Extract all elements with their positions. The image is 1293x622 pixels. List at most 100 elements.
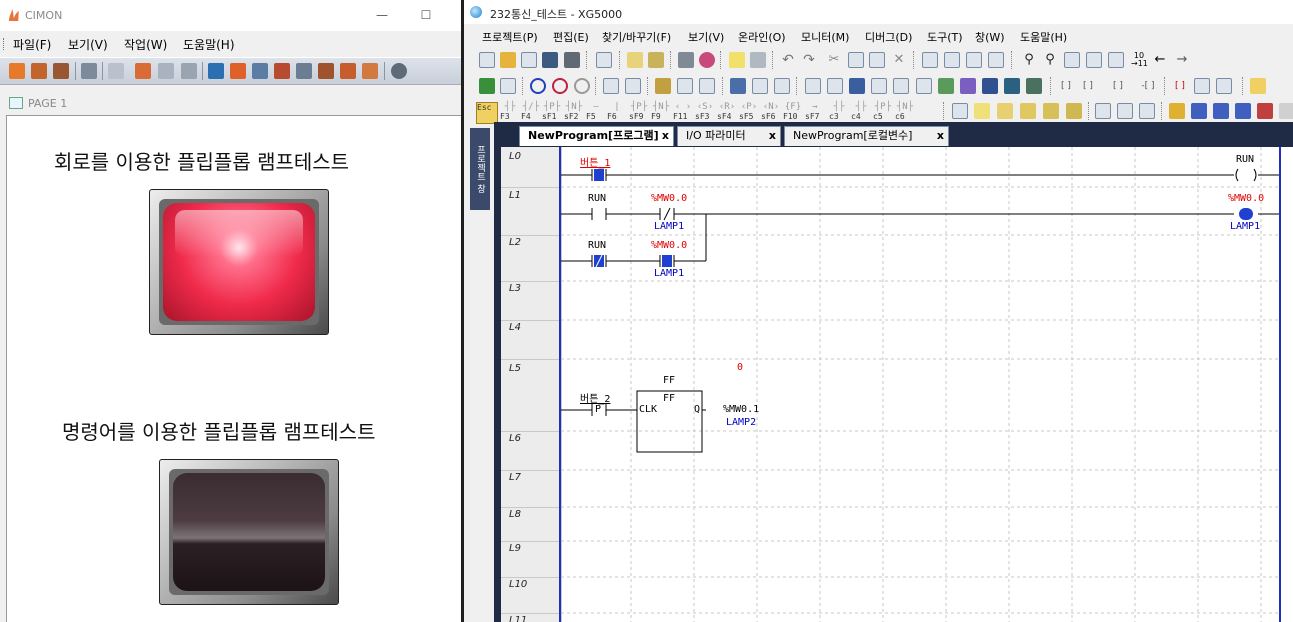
menu-view[interactable]: 보기(V) [688, 29, 724, 45]
io-monitor-icon[interactable] [893, 78, 909, 94]
view-list-icon[interactable] [974, 103, 990, 119]
bracket-icon[interactable]: [ ] [1058, 78, 1074, 94]
forward-arrow-icon[interactable]: → [1174, 52, 1190, 68]
variable-v-icon[interactable] [1169, 103, 1185, 119]
comment-icon[interactable] [729, 52, 745, 68]
connect-icon[interactable] [479, 78, 495, 94]
write-icon[interactable] [625, 78, 641, 94]
fkey-button[interactable]: ┤P├ sF1 [542, 102, 562, 122]
diagnose-icon[interactable] [655, 78, 671, 94]
special-module-icon[interactable] [916, 78, 932, 94]
device-d2-icon[interactable] [1213, 103, 1229, 119]
system-monitor-icon[interactable] [827, 78, 843, 94]
open-project-icon[interactable] [31, 63, 47, 79]
bracket-icon[interactable]: [ ] [1110, 78, 1126, 94]
view-grid-icon[interactable] [1020, 103, 1036, 119]
data-trace-icon[interactable] [871, 78, 887, 94]
fkey-button[interactable]: Esc [476, 102, 498, 124]
edit-device-icon[interactable] [1004, 78, 1020, 94]
cross-ref-icon[interactable] [1026, 78, 1042, 94]
view-chart-icon[interactable] [997, 103, 1013, 119]
keyboard-icon[interactable] [1139, 103, 1155, 119]
view-ladder-icon[interactable] [952, 103, 968, 119]
device-d-icon[interactable] [1191, 103, 1207, 119]
run-mode-icon[interactable] [530, 78, 546, 94]
cut-icon[interactable] [108, 63, 124, 79]
view-shape-icon[interactable] [1043, 103, 1059, 119]
menu-online[interactable]: 온라인(O) [738, 29, 786, 45]
fkey-button[interactable]: ‹S› sF3 [695, 102, 715, 122]
bracket-icon[interactable]: [ ] [1080, 78, 1096, 94]
page-settings-icon[interactable] [362, 63, 378, 79]
block-icon[interactable] [1095, 103, 1111, 119]
print-icon[interactable] [81, 63, 97, 79]
menu-window[interactable]: 창(W) [975, 29, 1005, 45]
database-icon[interactable] [296, 63, 312, 79]
help-icon[interactable] [391, 63, 407, 79]
close-icon[interactable]: x [769, 127, 776, 145]
lock-icon[interactable] [677, 78, 693, 94]
device-r-icon[interactable] [1257, 103, 1273, 119]
copy-icon[interactable] [848, 52, 864, 68]
tab-io-param[interactable]: I/O 파라미터 x [677, 126, 781, 146]
color-palette-icon[interactable] [982, 78, 998, 94]
table-icon[interactable] [1117, 103, 1133, 119]
open-folder-icon[interactable] [9, 63, 25, 79]
minimize-button[interactable]: — [372, 5, 392, 25]
replace-all-icon[interactable] [1086, 52, 1102, 68]
close-icon[interactable]: x [662, 127, 669, 145]
redo-icon[interactable]: ↷ [801, 52, 817, 68]
graph-icon[interactable] [938, 78, 954, 94]
read-icon[interactable] [603, 78, 619, 94]
menu-tools[interactable]: 도구(T) [927, 29, 963, 45]
fkey-button[interactable]: ┤P├ c5 [873, 102, 893, 122]
fkey-button[interactable]: ‹R› sF4 [717, 102, 737, 122]
insert-line-icon[interactable] [922, 52, 938, 68]
project-window-tab[interactable]: 프로젝트 창 [470, 128, 490, 210]
menu-work[interactable]: 작업(W) [124, 36, 167, 53]
monitor-pause-icon[interactable] [774, 78, 790, 94]
compile-icon[interactable] [627, 52, 643, 68]
tools-icon[interactable] [699, 78, 715, 94]
find-icon[interactable] [750, 52, 766, 68]
fkey-button[interactable]: ‹P› sF5 [739, 102, 759, 122]
comment-icon[interactable] [1216, 78, 1232, 94]
fkey-button[interactable]: — F5 [586, 102, 606, 122]
fkey-button[interactable]: ┤├ c4 [851, 102, 871, 122]
fkey-button[interactable]: → sF7 [805, 102, 825, 122]
network-icon[interactable] [252, 63, 268, 79]
pause-mode-icon[interactable] [574, 78, 590, 94]
ladder-editor[interactable]: L0 L1 L2 L3 L4 L5 L6 L7 L8 L9 L10 L11 버튼… [501, 147, 1293, 622]
cut-icon[interactable]: ✂ [826, 52, 842, 68]
function-f-icon[interactable] [1066, 103, 1082, 119]
fkey-button[interactable]: ┤├ c3 [829, 102, 849, 122]
stop-icon[interactable] [158, 63, 174, 79]
delete-icon[interactable]: ✕ [891, 52, 907, 68]
print-icon[interactable] [564, 52, 580, 68]
more-icon[interactable] [1279, 103, 1293, 119]
fkey-button[interactable]: ┤/├ F4 [521, 102, 541, 122]
tab-local-variable[interactable]: NewProgram[로컬변수] x [784, 126, 949, 146]
run-icon[interactable] [135, 63, 151, 79]
menu-help[interactable]: 도움말(H) [183, 36, 235, 53]
fkey-button[interactable]: {F} F10 [783, 102, 803, 122]
memory-icon[interactable] [678, 52, 694, 68]
plc-icon[interactable] [500, 78, 516, 94]
page-tab[interactable]: PAGE 1 [0, 91, 461, 115]
stop-mode-icon[interactable] [552, 78, 568, 94]
save-all-icon[interactable] [53, 63, 69, 79]
menu-find-replace[interactable]: 찾기/바꾸기(F) [602, 29, 671, 45]
back-arrow-icon[interactable]: ← [1152, 52, 1168, 68]
close-icon[interactable]: x [937, 127, 944, 145]
open-folder-icon[interactable] [500, 52, 516, 68]
clipboard-icon[interactable] [596, 52, 612, 68]
fkey-button[interactable]: ┤P├ sF9 [629, 102, 649, 122]
monitor-stop-icon[interactable] [752, 78, 768, 94]
color-icon[interactable] [699, 52, 715, 68]
step-icon[interactable] [1194, 78, 1210, 94]
monitor-start-icon[interactable] [730, 78, 746, 94]
save-icon[interactable] [542, 52, 558, 68]
binoculars-icon[interactable]: ⚲ [1021, 52, 1037, 68]
menu-view[interactable]: 보기(V) [68, 36, 108, 53]
goto-line-icon[interactable]: 10 →11 [1131, 52, 1148, 68]
